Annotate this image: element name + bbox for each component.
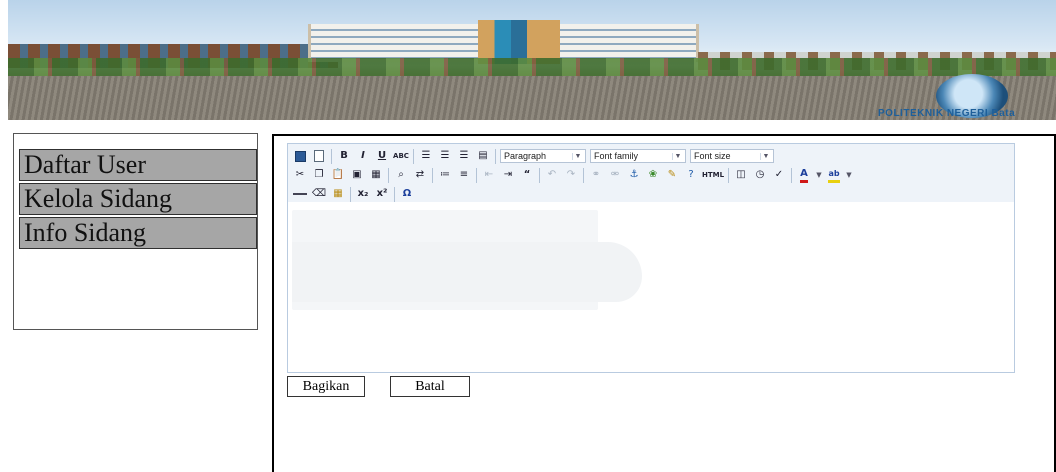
cancel-button[interactable]: Batal	[390, 376, 470, 397]
text-color-icon[interactable]: A	[796, 167, 812, 183]
menu-item-kelola-sidang[interactable]: Kelola Sidang	[19, 183, 257, 215]
toolbar-row-2: ✂ ❐ 📋 ▣ ▦ ⌕ ⇄ ≔ ≡ ⇤ ⇥ “ ↶ ↷ ⚭ ⚮ ⚓ ❀ ✎ ? …	[292, 166, 1010, 184]
superscript-icon[interactable]: x²	[374, 186, 390, 202]
banner-trees	[8, 58, 1056, 76]
toolbar-separator	[728, 167, 729, 183]
outdent-icon[interactable]: ⇤	[481, 167, 497, 183]
header-banner: POLITEKNIK NEGERI Bata	[8, 0, 1056, 120]
cut-icon[interactable]: ✂	[292, 167, 308, 183]
chevron-down-icon[interactable]: ▼	[815, 167, 823, 183]
institution-name: POLITEKNIK NEGERI Bata	[878, 108, 1016, 119]
spellcheck-icon[interactable]: ✓	[771, 167, 787, 183]
paste-word-icon[interactable]: ▦	[368, 167, 384, 183]
editor-content-area[interactable]	[288, 202, 1014, 372]
chevron-down-icon[interactable]: ▼	[845, 167, 853, 183]
editor-placeholder-shade	[292, 242, 642, 302]
bullet-list-icon[interactable]: ≔	[437, 167, 453, 183]
font-size-select[interactable]: Font size ▼	[690, 149, 774, 163]
main-panel: B I U ABC ☰ ☰ ☰ ▤ Paragraph ▼ Font famil…	[272, 134, 1056, 472]
bold-icon[interactable]: B	[336, 148, 352, 164]
font-size-select-value: Font size	[694, 151, 731, 161]
toolbar-row-1: B I U ABC ☰ ☰ ☰ ▤ Paragraph ▼ Font famil…	[292, 147, 1010, 165]
preview-icon[interactable]: ◫	[733, 167, 749, 183]
toolbar-separator	[394, 186, 395, 202]
toolbar-separator	[791, 167, 792, 183]
unlink-icon[interactable]: ⚮	[607, 167, 623, 183]
find-icon[interactable]: ⌕	[393, 167, 409, 183]
strikethrough-icon[interactable]: ABC	[393, 148, 409, 164]
toolbar-separator	[539, 167, 540, 183]
save-icon[interactable]	[292, 148, 308, 164]
horizontal-rule-icon[interactable]	[292, 186, 308, 202]
editor-toolbar: B I U ABC ☰ ☰ ☰ ▤ Paragraph ▼ Font famil…	[288, 144, 1014, 208]
align-left-icon[interactable]: ☰	[418, 148, 434, 164]
font-family-select[interactable]: Font family ▼	[590, 149, 686, 163]
toolbar-separator	[331, 148, 332, 164]
undo-icon[interactable]: ↶	[544, 167, 560, 183]
help-icon[interactable]: ?	[683, 167, 699, 183]
font-family-select-value: Font family	[594, 151, 639, 161]
replace-icon[interactable]: ⇄	[412, 167, 428, 183]
toolbar-separator	[413, 148, 414, 164]
italic-icon[interactable]: I	[355, 148, 371, 164]
numbered-list-icon[interactable]: ≡	[456, 167, 472, 183]
toolbar-separator	[476, 167, 477, 183]
align-center-icon[interactable]: ☰	[437, 148, 453, 164]
background-color-icon[interactable]: ab	[826, 167, 842, 183]
special-char-icon[interactable]: Ω	[399, 186, 415, 202]
remove-format-icon[interactable]: ⌫	[311, 186, 327, 202]
link-icon[interactable]: ⚭	[588, 167, 604, 183]
toolbar-row-3: ⌫ ▦ x₂ x² Ω	[292, 185, 1010, 203]
underline-icon[interactable]: U	[374, 148, 390, 164]
format-select-value: Paragraph	[504, 151, 547, 161]
image-icon[interactable]: ❀	[645, 167, 661, 183]
time-icon[interactable]: ◷	[752, 167, 768, 183]
toolbar-separator	[583, 167, 584, 183]
new-document-icon[interactable]	[311, 148, 327, 164]
share-button[interactable]: Bagikan	[287, 376, 365, 397]
redo-icon[interactable]: ↷	[563, 167, 579, 183]
cleanup-icon[interactable]: ✎	[664, 167, 680, 183]
paste-icon[interactable]: 📋	[330, 167, 346, 183]
rich-text-editor: B I U ABC ☰ ☰ ☰ ▤ Paragraph ▼ Font famil…	[287, 143, 1015, 373]
menu-item-info-sidang[interactable]: Info Sidang	[19, 217, 257, 249]
table-icon[interactable]: ▦	[330, 186, 346, 202]
subscript-icon[interactable]: x₂	[355, 186, 371, 202]
html-icon[interactable]: HTML	[702, 167, 724, 183]
format-select[interactable]: Paragraph ▼	[500, 149, 586, 163]
anchor-icon[interactable]: ⚓	[626, 167, 642, 183]
blockquote-icon[interactable]: “	[519, 167, 535, 183]
toolbar-separator	[432, 167, 433, 183]
chevron-down-icon: ▼	[760, 152, 771, 160]
menu-item-daftar-user[interactable]: Daftar User	[19, 149, 257, 181]
paste-text-icon[interactable]: ▣	[349, 167, 365, 183]
indent-icon[interactable]: ⇥	[500, 167, 516, 183]
copy-icon[interactable]: ❐	[311, 167, 327, 183]
sidebar-menu: Daftar User Kelola Sidang Info Sidang	[13, 133, 258, 330]
chevron-down-icon: ▼	[672, 152, 683, 160]
toolbar-separator	[495, 148, 496, 164]
toolbar-separator	[350, 186, 351, 202]
align-justify-icon[interactable]: ▤	[475, 148, 491, 164]
align-right-icon[interactable]: ☰	[456, 148, 472, 164]
chevron-down-icon: ▼	[572, 152, 583, 160]
toolbar-separator	[388, 167, 389, 183]
